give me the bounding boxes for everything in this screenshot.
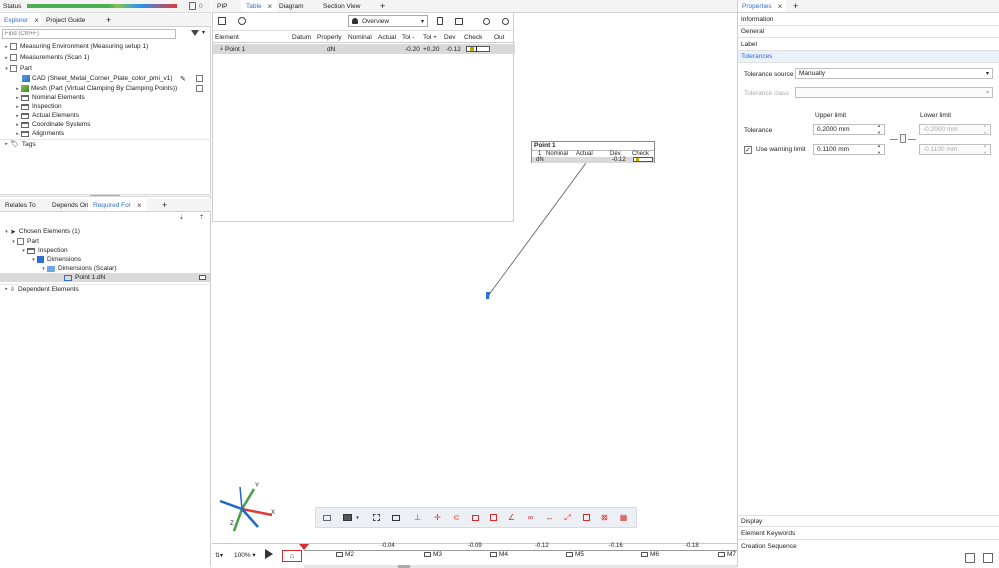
section-element-keywords[interactable]: Element Keywords bbox=[738, 528, 999, 540]
warning-lower-stepper[interactable]: ▲ ▼ bbox=[983, 144, 988, 155]
axis-triad-icon[interactable] bbox=[218, 483, 278, 533]
upper-limit-header: Upper limit bbox=[815, 112, 847, 119]
point-marker-icon bbox=[486, 292, 490, 299]
timeline-marker-label: M2 bbox=[345, 551, 355, 558]
cylinder-red-icon[interactable]: ⊂ bbox=[450, 511, 463, 524]
timeline-marker-label: M3 bbox=[433, 551, 443, 558]
timeline-marker[interactable]: M6 bbox=[641, 551, 659, 558]
clip-icon[interactable] bbox=[389, 511, 402, 524]
section-label: Information bbox=[741, 16, 774, 23]
close-red-icon[interactable]: ⊠ bbox=[598, 511, 611, 524]
plane-red-icon[interactable]: ⊥ bbox=[411, 511, 424, 524]
section-label: Display bbox=[741, 517, 763, 525]
timeline-options-icon[interactable]: ⇅▾ bbox=[215, 552, 223, 559]
tolerance-lower-stepper[interactable]: ▲ ▼ bbox=[983, 124, 988, 135]
chart-red-icon[interactable] bbox=[580, 511, 593, 524]
timeline-marker[interactable]: M2 bbox=[336, 551, 354, 558]
symmetric-link-icon[interactable] bbox=[890, 131, 916, 145]
timeline-value: -0.16 bbox=[609, 543, 623, 549]
warning-upper-stepper[interactable]: ▲ ▼ bbox=[877, 144, 882, 155]
properties-tab-bar: Properties × + bbox=[738, 0, 999, 13]
chevron-down-icon[interactable]: ▾ bbox=[351, 511, 364, 524]
marker-icon bbox=[566, 552, 573, 557]
section-label: Creation Sequence bbox=[741, 542, 797, 550]
section-creation-sequence[interactable]: Creation Sequence bbox=[738, 540, 999, 552]
timeline-marker[interactable]: M5 bbox=[566, 551, 584, 558]
timeline-marker-label: M6 bbox=[650, 551, 660, 558]
frame-red-icon[interactable] bbox=[487, 511, 500, 524]
warning-lower-value: -0.1100 mm bbox=[923, 146, 958, 153]
warning-limit-checkbox[interactable]: ✓ bbox=[744, 146, 752, 154]
timeline-marker-label: M4 bbox=[499, 551, 509, 558]
tolerance-upper-value: 0.2000 mm bbox=[817, 126, 850, 133]
properties-panel bbox=[737, 0, 999, 567]
warning-upper-input[interactable]: 0.1100 mm bbox=[813, 144, 885, 155]
chevron-down-icon: ▾ bbox=[985, 90, 989, 96]
zoom-dropdown[interactable]: 100% ▾ bbox=[234, 551, 256, 559]
properties-copy-icon[interactable] bbox=[965, 553, 975, 563]
tolerance-label: Tolerance bbox=[744, 127, 773, 134]
section-general[interactable]: General bbox=[738, 26, 999, 38]
timeline-value: -0.12 bbox=[535, 543, 549, 549]
chevron-down-icon: ▾ bbox=[985, 71, 989, 77]
section-information[interactable]: Information bbox=[738, 14, 999, 26]
timeline-marker[interactable]: M3 bbox=[424, 551, 442, 558]
axis-label-x: X bbox=[271, 510, 276, 516]
tolerance-lower-input[interactable]: -0.2000 mm bbox=[919, 124, 991, 135]
warning-upper-value: 0.1100 mm bbox=[817, 146, 850, 153]
distance-red-icon[interactable]: ↔ bbox=[543, 511, 556, 524]
section-display[interactable]: Display bbox=[738, 515, 999, 527]
rect-red-icon[interactable] bbox=[469, 511, 482, 524]
marker-icon bbox=[336, 552, 343, 557]
lower-limit-header: Lower limit bbox=[920, 112, 952, 119]
axis-label-z: Z bbox=[230, 521, 234, 527]
home-marker-button[interactable]: ⌂ bbox=[282, 550, 302, 562]
section-tolerances[interactable]: Tolerances bbox=[738, 51, 999, 63]
section-label[interactable]: Label bbox=[738, 39, 999, 51]
cross-red-icon[interactable]: ✛ bbox=[431, 511, 444, 524]
marker-icon bbox=[641, 552, 648, 557]
timeline-marker[interactable]: M7 bbox=[718, 551, 736, 558]
axis-label-y: Y bbox=[255, 483, 260, 489]
timeline-marker[interactable]: M4 bbox=[490, 551, 508, 558]
timeline-value: -0.09 bbox=[468, 543, 482, 549]
tolerance-upper-input[interactable]: 0.2000 mm bbox=[813, 124, 885, 135]
timeline-value: -0.18 bbox=[685, 543, 699, 549]
section-label: Tolerances bbox=[741, 53, 773, 60]
tolerance-class-select[interactable]: ▾ bbox=[795, 87, 993, 98]
timeline-marker-label: M7 bbox=[727, 551, 737, 558]
marker-icon bbox=[490, 552, 497, 557]
timeline-value: -0.04 bbox=[381, 543, 395, 549]
warning-limit-label: Use warning limit bbox=[756, 146, 806, 153]
tolerance-source-value: Manually bbox=[799, 70, 826, 77]
tolerance-source-select[interactable]: Manually ▾ bbox=[795, 68, 993, 79]
tab-properties-label: Properties bbox=[742, 2, 772, 10]
marker-icon bbox=[424, 552, 431, 557]
zoom-value: 100% bbox=[234, 552, 251, 559]
properties-paste-icon[interactable] bbox=[983, 553, 993, 563]
tab-properties[interactable]: Properties × bbox=[738, 0, 787, 12]
grid-red-icon[interactable]: ▦ bbox=[617, 511, 630, 524]
timeline-track bbox=[304, 550, 737, 551]
tolerance-lower-value: -0.2000 mm bbox=[923, 126, 958, 133]
tolerance-upper-stepper[interactable]: ▲ ▼ bbox=[877, 124, 882, 135]
select-area-icon[interactable] bbox=[370, 511, 383, 524]
link-red-icon[interactable]: ∞ bbox=[524, 511, 537, 524]
section-label: Element Keywords bbox=[741, 530, 796, 537]
timeline-marker-label: M5 bbox=[575, 551, 585, 558]
expand-red-icon[interactable]: ⤢ bbox=[561, 511, 574, 524]
warning-lower-input[interactable]: -0.1100 mm bbox=[919, 144, 991, 155]
marker-icon bbox=[718, 552, 725, 557]
fit-view-button[interactable] bbox=[320, 511, 333, 524]
add-tab-icon[interactable]: + bbox=[793, 0, 798, 12]
section-label: Label bbox=[741, 41, 757, 48]
angle-red-icon[interactable]: ∠ bbox=[505, 511, 518, 524]
tolerance-source-label: Tolerance source bbox=[744, 71, 794, 78]
play-button[interactable] bbox=[265, 549, 273, 559]
section-label: General bbox=[741, 28, 765, 35]
tolerance-class-label: Tolerance class bbox=[744, 90, 789, 97]
close-icon[interactable]: × bbox=[778, 2, 783, 11]
